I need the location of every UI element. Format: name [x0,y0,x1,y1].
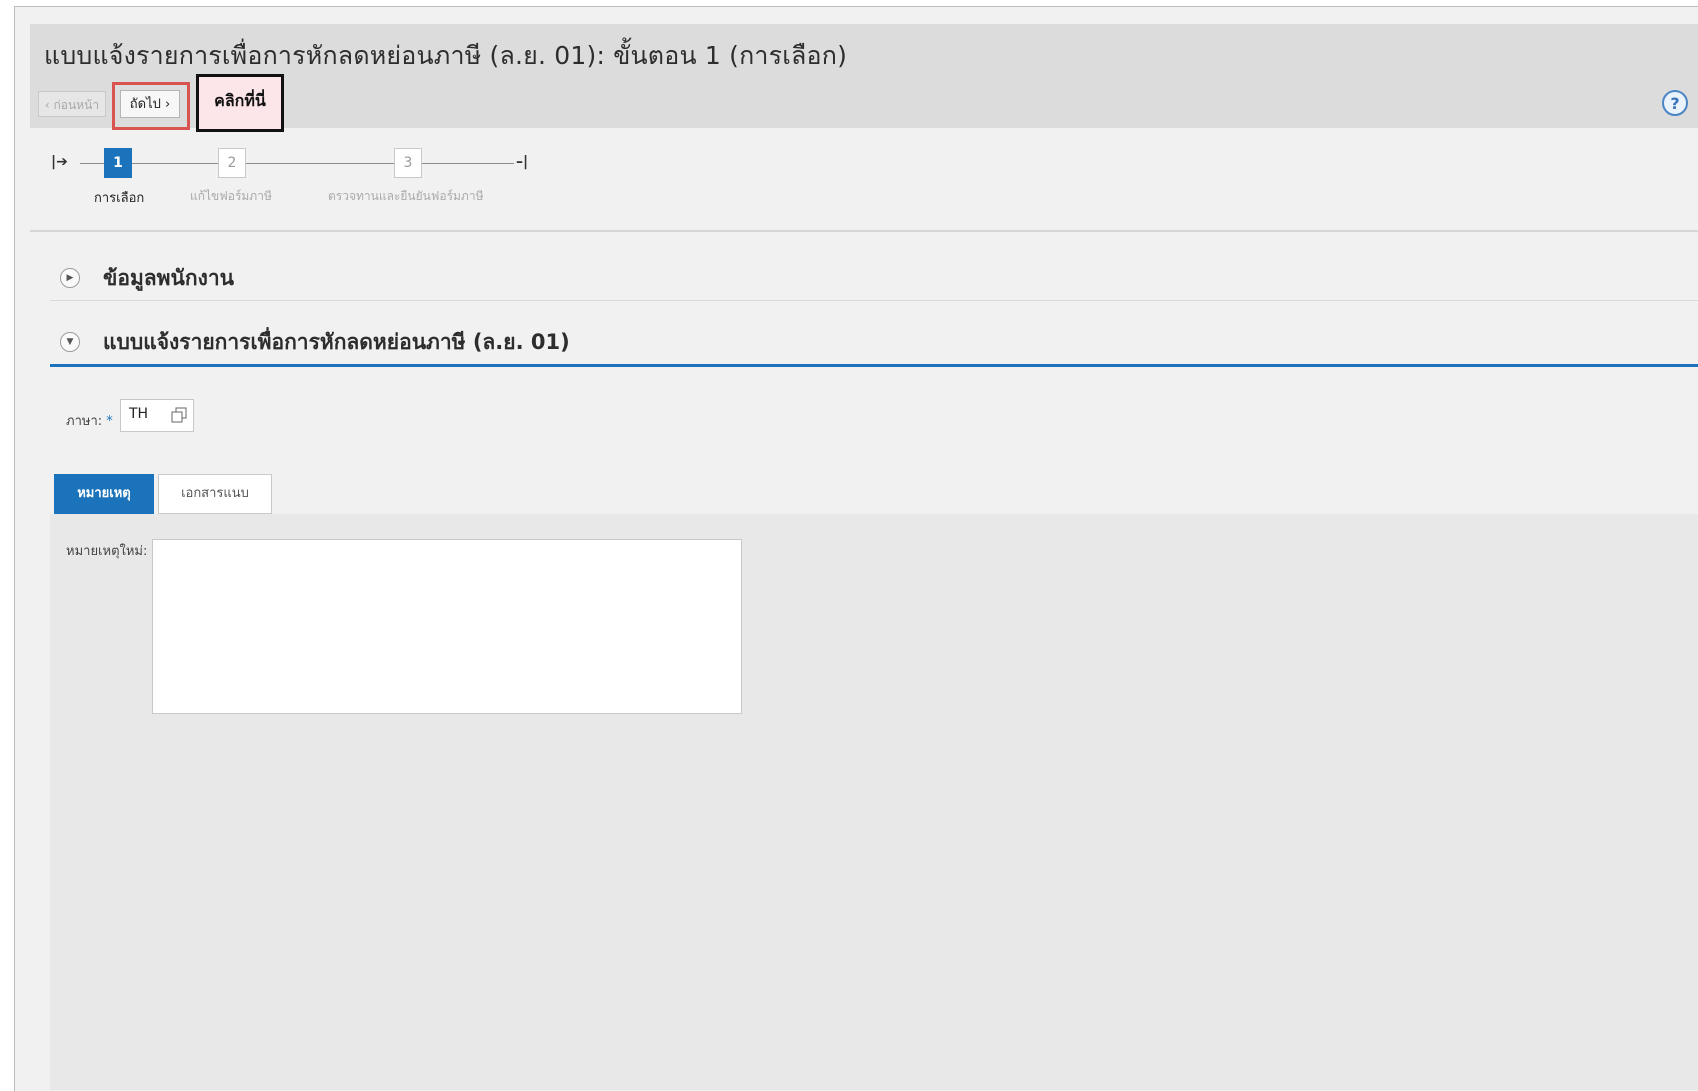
language-value: TH [129,406,149,422]
language-label-text: ภาษา: [66,414,103,429]
tab-attachments[interactable]: เอกสารแนบ [158,474,272,514]
previous-button[interactable]: ‹ ก่อนหน้า [38,91,106,117]
section-separator [50,300,1698,301]
tab-notes[interactable]: หมายเหตุ [54,474,154,514]
step-1-marker[interactable]: 1 [104,148,132,178]
step-connector [132,163,218,164]
next-button[interactable]: ถัดไป › [120,90,180,118]
step-2-label: แก้ไขฟอร์มภาษี [190,189,272,203]
step-3-label: ตรวจทานและยืนยันฟอร์มภาษี [328,189,484,203]
expand-icon[interactable]: ▶ [60,268,80,288]
step-1-label: การเลือก [94,191,145,206]
step-connector [422,163,514,164]
click-here-callout: คลิกที่นี่ [196,74,284,132]
collapse-icon[interactable]: ▼ [60,332,80,352]
required-marker: * [106,414,113,429]
stepper-divider [30,230,1698,232]
value-help-icon[interactable] [171,407,187,423]
section-underline [50,364,1698,367]
section-employee-info-title[interactable]: ข้อมูลพนักงาน [103,262,234,295]
step-connector [246,163,394,164]
step-connector [80,163,104,164]
step-start-icon: |➔ [51,154,68,170]
section-tax-form-title[interactable]: แบบแจ้งรายการเพื่อการหักลดหย่อนภาษี (ล.ย… [103,326,570,359]
language-label: ภาษา: * [66,410,113,431]
language-field[interactable]: TH [120,399,194,432]
step-end-icon: –| [516,154,529,170]
new-note-textarea[interactable] [152,539,742,714]
page-title: แบบแจ้งรายการเพื่อการหักลดหย่อนภาษี (ล.ย… [44,41,848,70]
step-2-marker[interactable]: 2 [218,148,246,178]
new-note-label: หมายเหตุใหม่: [66,544,148,559]
step-3-marker[interactable]: 3 [394,148,422,178]
help-icon[interactable]: ? [1662,90,1688,116]
